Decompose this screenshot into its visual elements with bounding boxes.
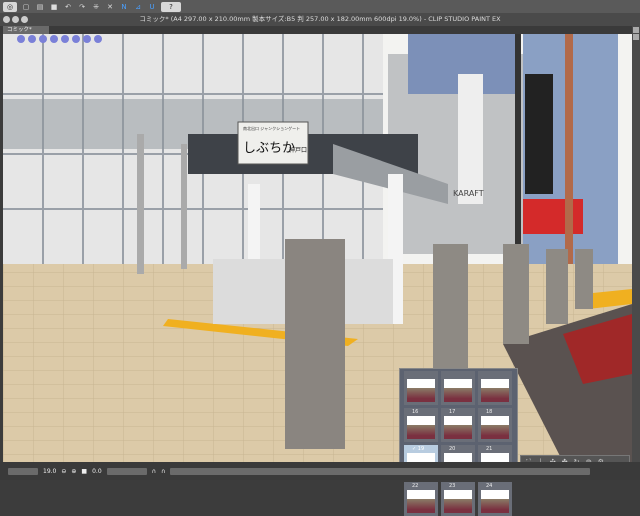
open-icon[interactable]: ▤: [35, 2, 45, 12]
new-file-icon[interactable]: ▢: [21, 2, 31, 12]
fit-screen-icon[interactable]: ■: [81, 468, 87, 475]
window-title: コミック* (A4 297.00 x 210.00mm 製本サイズ:B5 判 2…: [139, 15, 501, 23]
tab-comic[interactable]: コミック*: [3, 26, 49, 34]
rotate-right-icon[interactable]: ∩: [161, 468, 165, 475]
thumbnail[interactable]: [478, 371, 512, 405]
snap-special-ruler-icon[interactable]: ⊿: [133, 2, 143, 12]
status-bar: 19.0 ⊖ ⊕ ■ 0.0 ∩ ∩: [0, 462, 640, 480]
sign-main-text: しぶちか: [243, 141, 295, 156]
clear-icon[interactable]: ✕: [105, 2, 115, 12]
thumbnail[interactable]: 22: [404, 482, 438, 516]
snap-ruler-icon[interactable]: N: [119, 2, 129, 12]
camera-controls: [17, 35, 102, 43]
rotate-slider[interactable]: [106, 467, 147, 475]
vertical-scrollbar[interactable]: [632, 26, 640, 462]
save-icon[interactable]: ■: [49, 2, 59, 12]
undo-icon[interactable]: ↶: [63, 2, 73, 12]
thumbnail[interactable]: [404, 371, 438, 405]
thumbnail[interactable]: [441, 371, 475, 405]
view-icon[interactable]: [94, 35, 102, 43]
help-icon[interactable]: ?: [161, 1, 181, 12]
rotate-object-icon[interactable]: [61, 35, 69, 43]
store-sign: KARAFT: [453, 189, 484, 198]
thumbnail[interactable]: 23: [441, 482, 475, 516]
thumbnail[interactable]: 24: [478, 482, 512, 516]
pan-camera-icon[interactable]: [28, 35, 36, 43]
close-icon[interactable]: [3, 16, 10, 23]
thumbnail[interactable]: 17: [441, 408, 475, 442]
clip-studio-icon[interactable]: ◎: [3, 1, 17, 12]
angle-value[interactable]: 0.0: [92, 468, 102, 475]
snap-grid-icon[interactable]: U: [147, 2, 157, 12]
zoom-slider[interactable]: [8, 467, 38, 475]
rotate-left-icon[interactable]: ∩: [152, 468, 156, 475]
zoom-value[interactable]: 19.0: [43, 468, 56, 475]
maximize-icon[interactable]: [21, 16, 28, 23]
dolly-camera-icon[interactable]: [39, 35, 47, 43]
title-bar: コミック* (A4 297.00 x 210.00mm 製本サイズ:B5 判 2…: [0, 13, 640, 26]
sign-sub-text: 神戸口: [289, 146, 307, 154]
scene-image: KARAFT 南北出口 ジャンクションゲート しぶちか 神戸口: [3, 34, 632, 462]
move-icon[interactable]: [50, 35, 58, 43]
thumbnail[interactable]: 16: [404, 408, 438, 442]
zoom-out-icon[interactable]: ⊖: [61, 468, 66, 475]
sign-small-text: 南北出口 ジャンクションゲート: [243, 125, 300, 131]
reset-icon[interactable]: [83, 35, 91, 43]
scale-icon[interactable]: [72, 35, 80, 43]
horizontal-scrollbar[interactable]: [170, 467, 591, 475]
minimize-icon[interactable]: [12, 16, 19, 23]
canvas-3d-scene[interactable]: KARAFT 南北出口 ジャンクションゲート しぶちか 神戸口: [3, 34, 632, 462]
transform-icon[interactable]: ⁜: [91, 2, 101, 12]
redo-icon[interactable]: ↷: [77, 2, 87, 12]
rotate-camera-icon[interactable]: [17, 35, 25, 43]
command-bar: ◎ ▢ ▤ ■ ↶ ↷ ⁜ ✕ N ⊿ U ?: [0, 0, 640, 13]
zoom-in-icon[interactable]: ⊕: [71, 468, 76, 475]
thumbnail[interactable]: 18: [478, 408, 512, 442]
